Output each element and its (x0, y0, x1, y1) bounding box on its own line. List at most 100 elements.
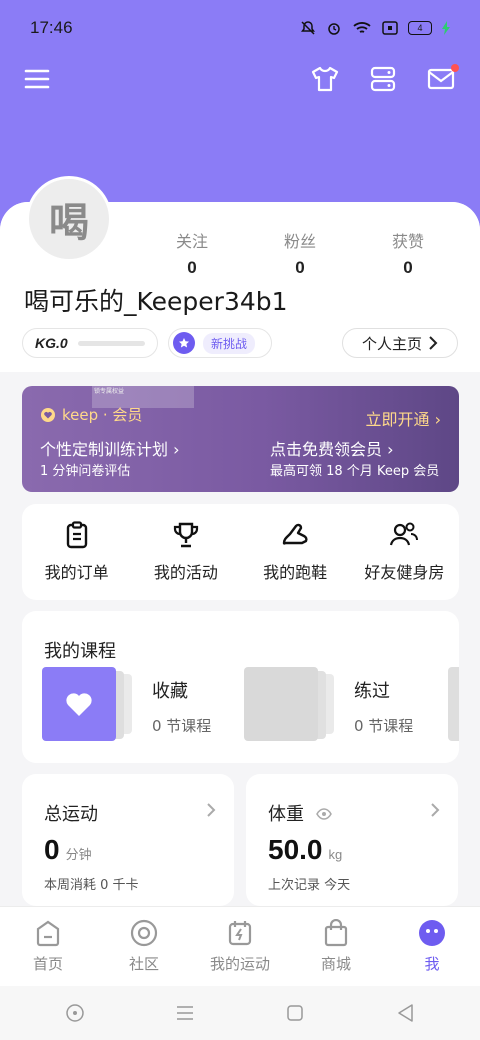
tab-home[interactable]: 首页 (0, 907, 96, 986)
quick-link-label: 好友健身房 (364, 563, 445, 582)
tab-community[interactable]: 社区 (96, 907, 192, 986)
vip-free-link[interactable]: 点击免费领会员 › (270, 436, 394, 460)
weight-value: 50.0 (268, 834, 323, 865)
total-exercise-value-row: 0 分钟 (44, 834, 92, 866)
course-name: 收藏 (152, 681, 188, 702)
stat-label: 粉丝 (283, 232, 316, 251)
home-button-icon[interactable] (275, 993, 315, 1033)
alarm-icon (326, 20, 342, 36)
status-bar: 17:46 4 (0, 0, 480, 56)
tab-me[interactable]: 我 (384, 907, 480, 986)
vip-plan-subtitle: 1 分钟问卷评估 (40, 464, 131, 479)
tshirt-icon[interactable] (310, 64, 342, 96)
vip-free-title: 点击免费领会员 (270, 440, 383, 459)
kg-progress-bar (77, 340, 145, 346)
total-exercise-title: 总运动 (44, 804, 98, 825)
tab-label: 首页 (32, 955, 63, 973)
device-icon[interactable] (368, 64, 400, 96)
profile-badges: KG.0 新挑战 (22, 328, 272, 358)
chevron-right-icon (429, 336, 438, 350)
username: 喝可乐的_Keeper34b1 (24, 287, 288, 316)
menu-icon[interactable] (24, 66, 54, 96)
chevron-right-icon (207, 803, 216, 817)
weight-title: 体重 (268, 804, 304, 825)
bottom-tab-bar: 首页 社区 我的运动 商城 我 (0, 906, 480, 986)
kg-level-badge[interactable]: KG.0 (22, 328, 158, 358)
my-courses-card: 我的课程 收藏 0 节课程 练过 0 节课程 (22, 611, 459, 763)
tab-label: 社区 (128, 955, 159, 973)
sim-icon (382, 21, 398, 35)
chevron-right-icon: › (173, 440, 180, 459)
top-bar (0, 62, 480, 102)
vip-plan-link[interactable]: 个性定制训练计划 › (40, 436, 180, 460)
course-count: 0 节课程 (354, 717, 414, 735)
quick-link-shoes[interactable]: 我的跑鞋 (241, 504, 350, 600)
total-exercise-subtitle: 本周消耗 0 千卡 (44, 878, 139, 893)
practiced-thumbnail (244, 667, 318, 741)
battery-icon: 4 (408, 21, 432, 35)
calendar-bolt-icon (228, 921, 252, 946)
trophy-icon (173, 522, 198, 548)
avatar[interactable]: 喝 (26, 176, 112, 262)
vip-open-button[interactable]: 立即开通 › (365, 406, 441, 430)
mute-icon (300, 20, 316, 36)
assistant-icon[interactable] (55, 993, 95, 1033)
home-icon (36, 920, 60, 947)
star-badge-icon (173, 332, 195, 354)
community-icon (130, 919, 158, 947)
tab-shop[interactable]: 商城 (288, 907, 384, 986)
vip-banner[interactable]: 这是提示中的内容，会员可提升并解锁专属权益 keep · 会员 立即开通 › 个… (22, 386, 459, 492)
stat-value: 0 (187, 258, 197, 277)
quick-link-label: 我的活动 (153, 563, 218, 582)
quick-link-orders[interactable]: 我的订单 (22, 504, 131, 600)
eye-icon[interactable] (315, 808, 332, 820)
stat-value: 0 (403, 258, 413, 277)
stat-following[interactable]: 关注 0 (150, 228, 234, 278)
quick-link-label: 我的订单 (44, 563, 109, 582)
tab-label: 我的运动 (209, 955, 270, 973)
vip-brand: keep · 会员 (40, 404, 142, 425)
weight-title-row: 体重 (268, 800, 332, 826)
mail-unread-dot (451, 64, 459, 72)
back-icon[interactable] (385, 993, 425, 1033)
shoe-icon (282, 523, 308, 545)
recents-icon[interactable] (165, 993, 205, 1033)
stat-label: 获赞 (391, 232, 424, 251)
stat-likes[interactable]: 获赞 0 (366, 228, 450, 278)
shop-bag-icon (324, 919, 348, 947)
courses-title: 我的课程 (44, 641, 116, 662)
heart-icon (66, 693, 92, 716)
weight-card[interactable]: 体重 50.0 kg 上次记录 今天 (246, 774, 458, 906)
profile-home-label: 个人主页 (361, 334, 422, 353)
mail-icon[interactable] (426, 64, 459, 96)
vip-free-subtitle: 最高可领 18 个月 Keep 会员 (270, 464, 440, 479)
profile-home-button[interactable]: 个人主页 (342, 328, 458, 358)
course-count: 0 节课程 (152, 717, 212, 735)
quick-link-activities[interactable]: 我的活动 (131, 504, 240, 600)
next-course-peek (448, 667, 459, 741)
weight-unit: kg (328, 847, 343, 862)
heart-badge-icon (41, 407, 55, 422)
friends-icon (390, 522, 419, 546)
tab-label: 我 (424, 955, 440, 973)
weight-subtitle: 上次记录 今天 (268, 878, 351, 893)
quick-link-friends-gym[interactable]: 好友健身房 (350, 504, 459, 600)
system-nav-bar (0, 986, 480, 1040)
chevron-right-icon (431, 803, 440, 817)
total-exercise-card[interactable]: 总运动 0 分钟 本周消耗 0 千卡 (22, 774, 234, 906)
quick-link-label: 我的跑鞋 (263, 563, 328, 582)
chevron-right-icon: › (387, 440, 394, 459)
charging-icon (442, 21, 450, 35)
me-icon (419, 920, 445, 946)
profile-stats: 关注 0 粉丝 0 获赞 0 (150, 228, 450, 278)
clipboard-icon (66, 521, 87, 549)
challenge-badge[interactable]: 新挑战 (168, 328, 272, 358)
status-icons: 4 (300, 20, 450, 36)
stat-followers[interactable]: 粉丝 0 (258, 228, 342, 278)
tab-my-exercise[interactable]: 我的运动 (192, 907, 288, 986)
total-exercise-unit: 分钟 (65, 847, 92, 862)
weight-value-row: 50.0 kg (268, 834, 342, 866)
chevron-right-icon: › (434, 410, 441, 429)
challenge-label: 新挑战 (203, 332, 256, 354)
vip-brand-text: keep · 会员 (62, 406, 143, 424)
